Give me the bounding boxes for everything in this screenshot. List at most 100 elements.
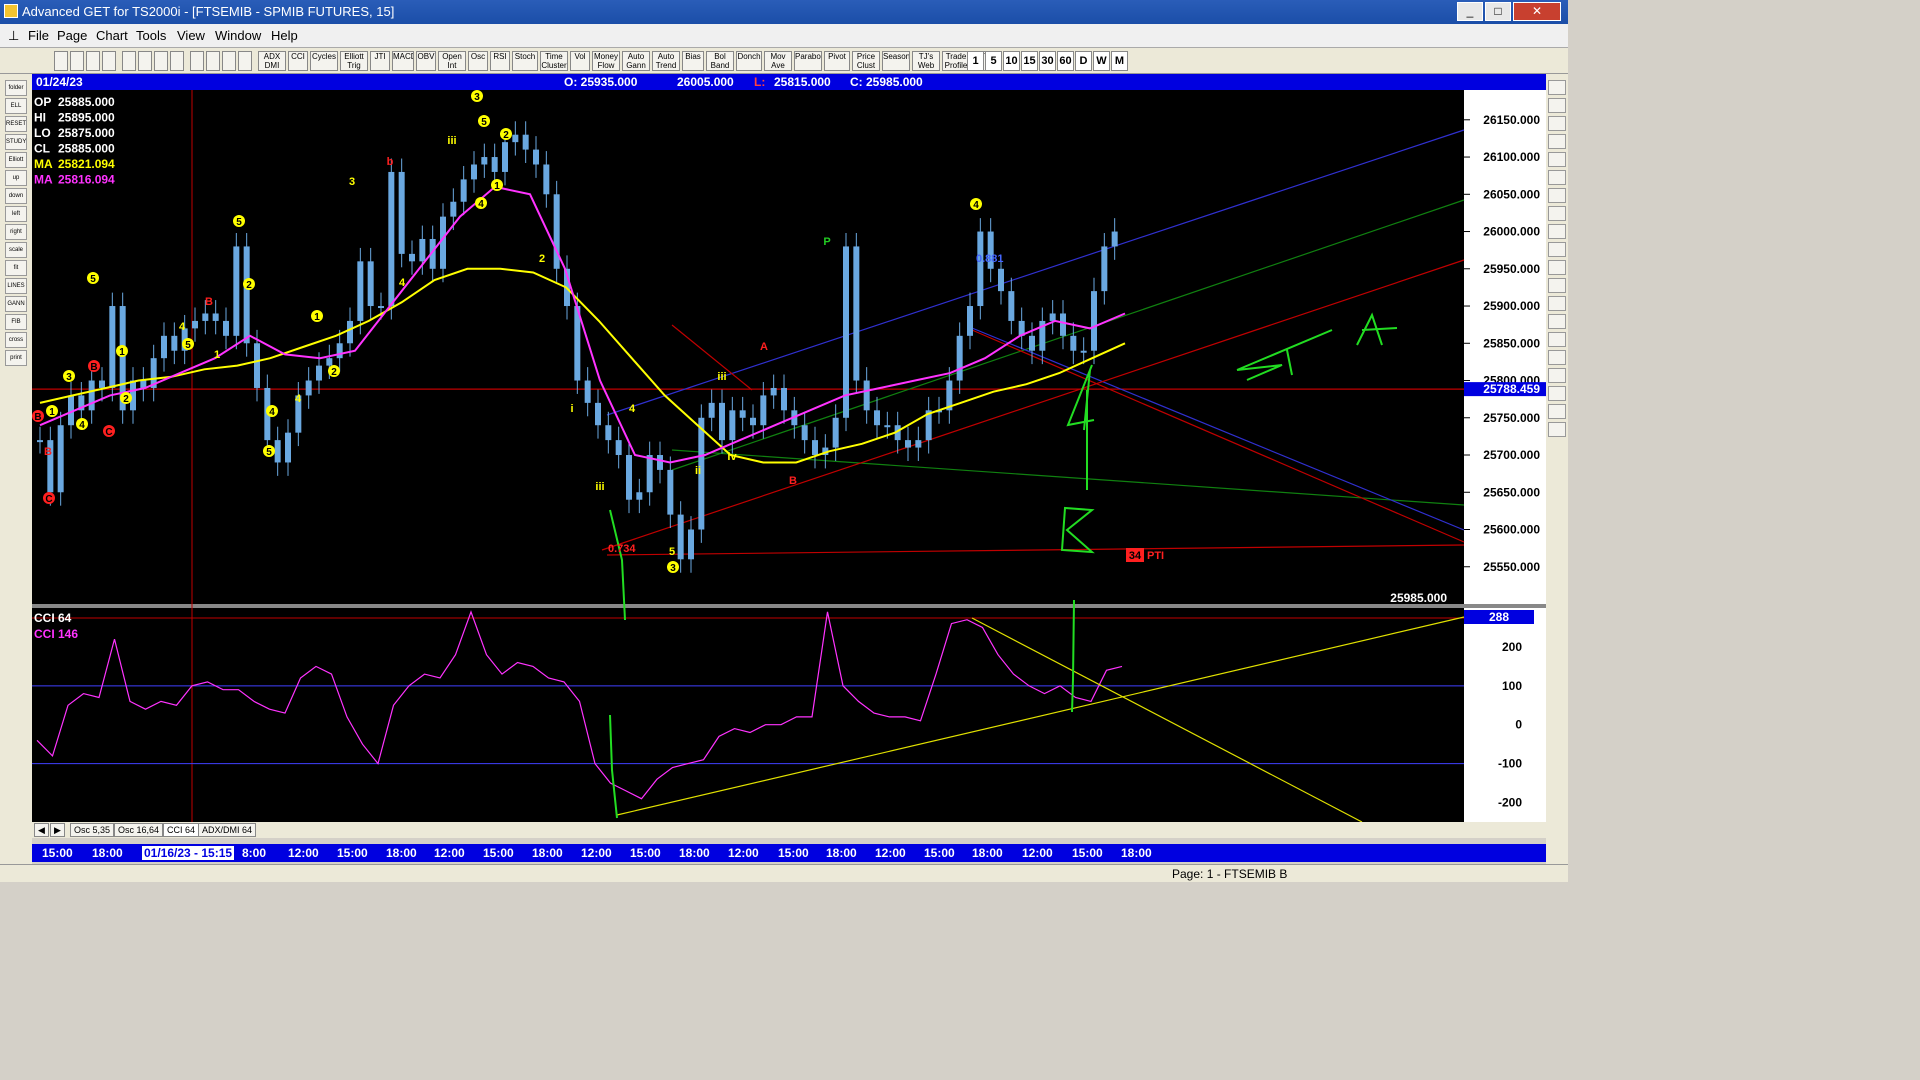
draw-tool-5-icon[interactable] <box>1548 170 1566 185</box>
draw-tool-15-icon[interactable] <box>1548 350 1566 365</box>
right-tool-icon[interactable]: right <box>5 224 27 240</box>
fit-tool-icon[interactable]: fit <box>5 260 27 276</box>
restore-button[interactable]: □ <box>1485 2 1511 21</box>
file-tool-4-icon[interactable] <box>122 51 136 71</box>
menu-file[interactable]: File <box>28 28 49 43</box>
study-osc-button[interactable]: Osc <box>468 51 488 71</box>
menu-tools[interactable]: Tools <box>136 28 166 43</box>
study-cci-button[interactable]: CCI <box>288 51 308 71</box>
study-stoch-button[interactable]: Stoch <box>512 51 538 71</box>
study-donch-button[interactable]: Donch <box>736 51 762 71</box>
menu-page[interactable]: Page <box>57 28 87 43</box>
study-bol-band-button[interactable]: Bol Band <box>706 51 734 71</box>
file-tool-11-icon[interactable] <box>238 51 252 71</box>
chart-svg[interactable]: 26150.000 26100.000 26050.000 26000.000 2595… <box>32 90 1546 823</box>
draw-tool-14-icon[interactable] <box>1548 332 1566 347</box>
file-tool-7-icon[interactable] <box>170 51 184 71</box>
lines-tool-icon[interactable]: LINES <box>5 278 27 294</box>
tab-osc-5-35[interactable]: Osc 5,35 <box>70 823 115 837</box>
close-button[interactable]: ✕ <box>1513 2 1561 21</box>
study-vol-button[interactable]: Vol <box>570 51 590 71</box>
study-tool-icon[interactable]: STUDY <box>5 134 27 150</box>
frame-60-button[interactable]: 60 <box>1057 51 1074 71</box>
draw-tool-8-icon[interactable] <box>1548 224 1566 239</box>
study-tj-s-web-button[interactable]: TJ's Web <box>912 51 940 71</box>
study-macd-button[interactable]: MACD <box>392 51 414 71</box>
study-time-cluster-button[interactable]: Time Cluster <box>540 51 568 71</box>
draw-tool-17-icon[interactable] <box>1548 386 1566 401</box>
study-parabolic-button[interactable]: Parabolic <box>794 51 822 71</box>
draw-tool-0-icon[interactable] <box>1548 80 1566 95</box>
study-jti-button[interactable]: JTI <box>370 51 390 71</box>
draw-tool-7-icon[interactable] <box>1548 206 1566 221</box>
draw-tool-16-icon[interactable] <box>1548 368 1566 383</box>
frame-d-button[interactable]: D <box>1075 51 1092 71</box>
frame-w-button[interactable]: W <box>1093 51 1110 71</box>
file-tool-5-icon[interactable] <box>138 51 152 71</box>
study-auto-trend-button[interactable]: Auto Trend <box>652 51 680 71</box>
chart-area[interactable]: 26150.000 26100.000 26050.000 26000.000 2595… <box>32 90 1546 823</box>
tab-adx-dmi-64[interactable]: ADX/DMI 64 <box>198 823 257 837</box>
frame-m-button[interactable]: M <box>1111 51 1128 71</box>
menu-chart[interactable]: Chart <box>96 28 128 43</box>
draw-tool-9-icon[interactable] <box>1548 242 1566 257</box>
file-tool-9-icon[interactable] <box>206 51 220 71</box>
draw-tool-3-icon[interactable] <box>1548 134 1566 149</box>
draw-tool-18-icon[interactable] <box>1548 404 1566 419</box>
draw-tool-2-icon[interactable] <box>1548 116 1566 131</box>
fib-tool-icon[interactable]: FIB <box>5 314 27 330</box>
study-money-flow-button[interactable]: Money Flow <box>592 51 620 71</box>
frame-10-button[interactable]: 10 <box>1003 51 1020 71</box>
file-tool-8-icon[interactable] <box>190 51 204 71</box>
frame-15-button[interactable]: 15 <box>1021 51 1038 71</box>
draw-tool-10-icon[interactable] <box>1548 260 1566 275</box>
tab-scroll-right[interactable]: ▶ <box>50 823 65 837</box>
study-elliott-trig-button[interactable]: Elliott Trig <box>340 51 368 71</box>
cross-tool-icon[interactable]: cross <box>5 332 27 348</box>
draw-tool-19-icon[interactable] <box>1548 422 1566 437</box>
file-tool-0-icon[interactable] <box>54 51 68 71</box>
folder-tool-icon[interactable]: folder <box>5 80 27 96</box>
study-auto-gann-button[interactable]: Auto Gann <box>622 51 650 71</box>
frame-5-button[interactable]: 5 <box>985 51 1002 71</box>
study-seasonals-button[interactable]: Seasonals <box>882 51 910 71</box>
study-rsi-button[interactable]: RSI <box>490 51 510 71</box>
study-open-int-button[interactable]: Open Int <box>438 51 466 71</box>
down-tool-icon[interactable]: down <box>5 188 27 204</box>
tab-scroll-left[interactable]: ◀ <box>34 823 49 837</box>
tab-osc-16-64[interactable]: Osc 16,64 <box>114 823 164 837</box>
file-tool-3-icon[interactable] <box>102 51 116 71</box>
menu-view[interactable]: View <box>177 28 205 43</box>
draw-tool-1-icon[interactable] <box>1548 98 1566 113</box>
tab-cci-64[interactable]: CCI 64 <box>163 823 200 837</box>
elliott-tool-icon[interactable]: Elliott <box>5 152 27 168</box>
file-tool-6-icon[interactable] <box>154 51 168 71</box>
reset-tool-icon[interactable]: RESET <box>5 116 27 132</box>
file-tool-2-icon[interactable] <box>86 51 100 71</box>
frame-30-button[interactable]: 30 <box>1039 51 1056 71</box>
menu-app-icon[interactable]: ⊥ <box>8 28 19 44</box>
menu-help[interactable]: Help <box>271 28 298 43</box>
draw-tool-12-icon[interactable] <box>1548 296 1566 311</box>
draw-tool-11-icon[interactable] <box>1548 278 1566 293</box>
study-bias-button[interactable]: Bias <box>682 51 704 71</box>
study-price-clust-button[interactable]: Price Clust <box>852 51 880 71</box>
study-adx-dmi-button[interactable]: ADX DMI <box>258 51 286 71</box>
draw-tool-4-icon[interactable] <box>1548 152 1566 167</box>
study-cycles-button[interactable]: Cycles <box>310 51 338 71</box>
scale-tool-icon[interactable]: scale <box>5 242 27 258</box>
menu-window[interactable]: Window <box>215 28 261 43</box>
study-pivot-button[interactable]: Pivot <box>824 51 850 71</box>
file-tool-1-icon[interactable] <box>70 51 84 71</box>
draw-tool-13-icon[interactable] <box>1548 314 1566 329</box>
up-tool-icon[interactable]: up <box>5 170 27 186</box>
draw-tool-6-icon[interactable] <box>1548 188 1566 203</box>
frame-1-button[interactable]: 1 <box>967 51 984 71</box>
minimize-button[interactable]: _ <box>1457 2 1483 21</box>
study-obv-button[interactable]: OBV <box>416 51 436 71</box>
left-tool-icon[interactable]: left <box>5 206 27 222</box>
gann-tool-icon[interactable]: GANN <box>5 296 27 312</box>
print-tool-icon[interactable]: print <box>5 350 27 366</box>
study-mov-ave-button[interactable]: Mov Ave <box>764 51 792 71</box>
ell-tool-icon[interactable]: ELL <box>5 98 27 114</box>
